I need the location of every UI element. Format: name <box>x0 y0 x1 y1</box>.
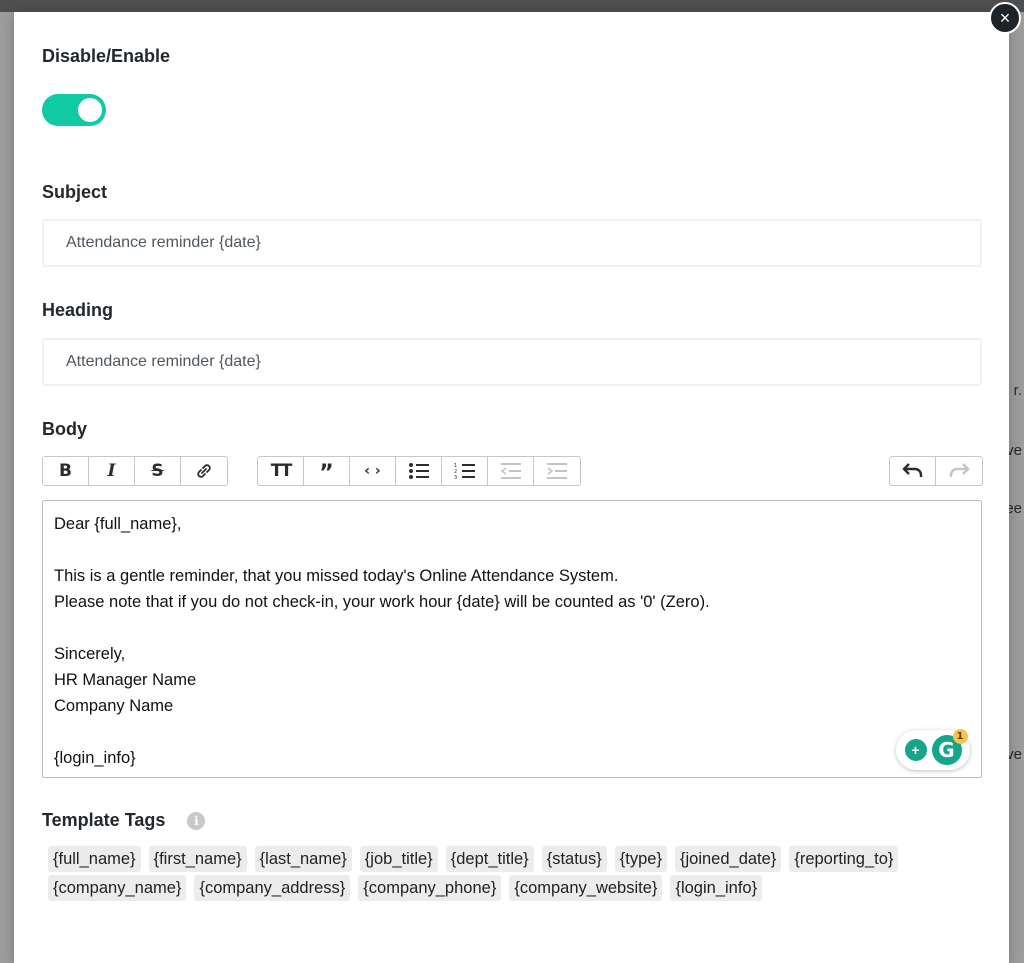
template-tag[interactable]: {company_name} <box>48 875 187 901</box>
grammarly-count-badge: 1 <box>952 729 968 744</box>
template-tag[interactable]: {reporting_to} <box>789 846 899 872</box>
italic-button[interactable]: I <box>89 457 135 485</box>
body-line <box>54 537 970 563</box>
code-icon: ‹ › <box>364 463 381 479</box>
body-line <box>54 615 970 641</box>
body-editor[interactable]: Dear {full_name}, This is a gentle remin… <box>42 500 982 778</box>
template-tags-header: Template Tags i <box>42 810 206 831</box>
grammarly-icon[interactable]: G 1 <box>931 729 968 765</box>
undo-icon <box>901 463 922 477</box>
italic-icon: I <box>107 461 116 481</box>
quote-icon: ” <box>319 461 334 486</box>
block-toolbar-group: TT ” ‹ › 123 <box>257 456 581 486</box>
template-tag[interactable]: {first_name} <box>148 846 247 872</box>
redo-button[interactable] <box>936 457 982 485</box>
template-tag[interactable]: {last_name} <box>254 846 352 872</box>
body-line: Company Name <box>54 697 174 715</box>
template-tags-label: Template Tags <box>42 810 166 830</box>
heading-input[interactable]: Attendance reminder {date} <box>42 338 982 386</box>
subject-input[interactable]: Attendance reminder {date} <box>42 219 982 267</box>
outdent-button[interactable] <box>488 457 534 485</box>
body-line: This is a gentle reminder, that you miss… <box>54 567 619 585</box>
bullet-list-button[interactable] <box>396 457 442 485</box>
quote-button[interactable]: ” <box>304 457 350 485</box>
heading-label: Heading <box>42 300 114 320</box>
bullet-list-icon <box>408 463 429 479</box>
body-line <box>54 719 970 745</box>
info-icon[interactable]: i <box>187 811 206 830</box>
bold-icon: B <box>59 461 72 481</box>
code-button[interactable]: ‹ › <box>350 457 396 485</box>
grammarly-widget[interactable]: + G 1 <box>896 729 970 770</box>
body-line: Dear {full_name}, <box>54 515 182 533</box>
email-template-modal: Disable/Enable Subject Attendance remind… <box>14 12 1009 963</box>
svg-text:3: 3 <box>454 475 457 480</box>
heading-button[interactable]: TT <box>258 457 304 485</box>
template-tag[interactable]: {job_title} <box>359 846 438 872</box>
enable-toggle[interactable] <box>42 94 106 126</box>
body-line: HR Manager Name <box>54 671 197 689</box>
template-tag[interactable]: {login_info} <box>670 875 763 901</box>
strikethrough-button[interactable]: S <box>135 457 181 485</box>
subject-label: Subject <box>42 182 108 202</box>
template-tag[interactable]: {company_website} <box>509 875 663 901</box>
bold-button[interactable]: B <box>43 457 89 485</box>
heading-icon: TT <box>270 461 293 481</box>
undo-button[interactable] <box>890 457 936 485</box>
lightbulb-icon[interactable]: + <box>904 739 927 761</box>
template-tags-list: {full_name} {first_name} {last_name} {job_t… <box>48 846 948 901</box>
link-icon <box>197 464 211 478</box>
template-tag[interactable]: {company_phone} <box>358 875 502 901</box>
template-tag[interactable]: {dept_title} <box>445 846 534 872</box>
close-icon: × <box>999 8 1011 28</box>
indent-icon <box>547 463 567 479</box>
format-toolbar-group: B I S <box>42 456 228 486</box>
redo-icon <box>949 463 970 477</box>
template-tag[interactable]: {company_address} <box>194 875 351 901</box>
strikethrough-icon: S <box>151 461 164 481</box>
body-line: Sincerely, <box>54 645 126 663</box>
numbered-list-button[interactable]: 123 <box>442 457 488 485</box>
toggle-label: Disable/Enable <box>42 46 171 66</box>
template-tag[interactable]: {status} <box>541 846 607 872</box>
body-line: Please note that if you do not check-in,… <box>54 593 710 611</box>
close-button[interactable]: × <box>989 2 1021 34</box>
template-tag[interactable]: {joined_date} <box>674 846 782 872</box>
body-label: Body <box>42 419 87 439</box>
outdent-icon <box>500 463 521 479</box>
numbered-list-icon: 123 <box>454 463 475 480</box>
body-line: {login_info} <box>54 749 136 767</box>
toggle-knob <box>78 98 102 122</box>
template-tag[interactable]: {type} <box>614 846 667 872</box>
template-tag[interactable]: {full_name} <box>48 846 141 872</box>
history-toolbar-group <box>889 456 983 486</box>
link-button[interactable] <box>181 457 227 485</box>
indent-button[interactable] <box>534 457 580 485</box>
